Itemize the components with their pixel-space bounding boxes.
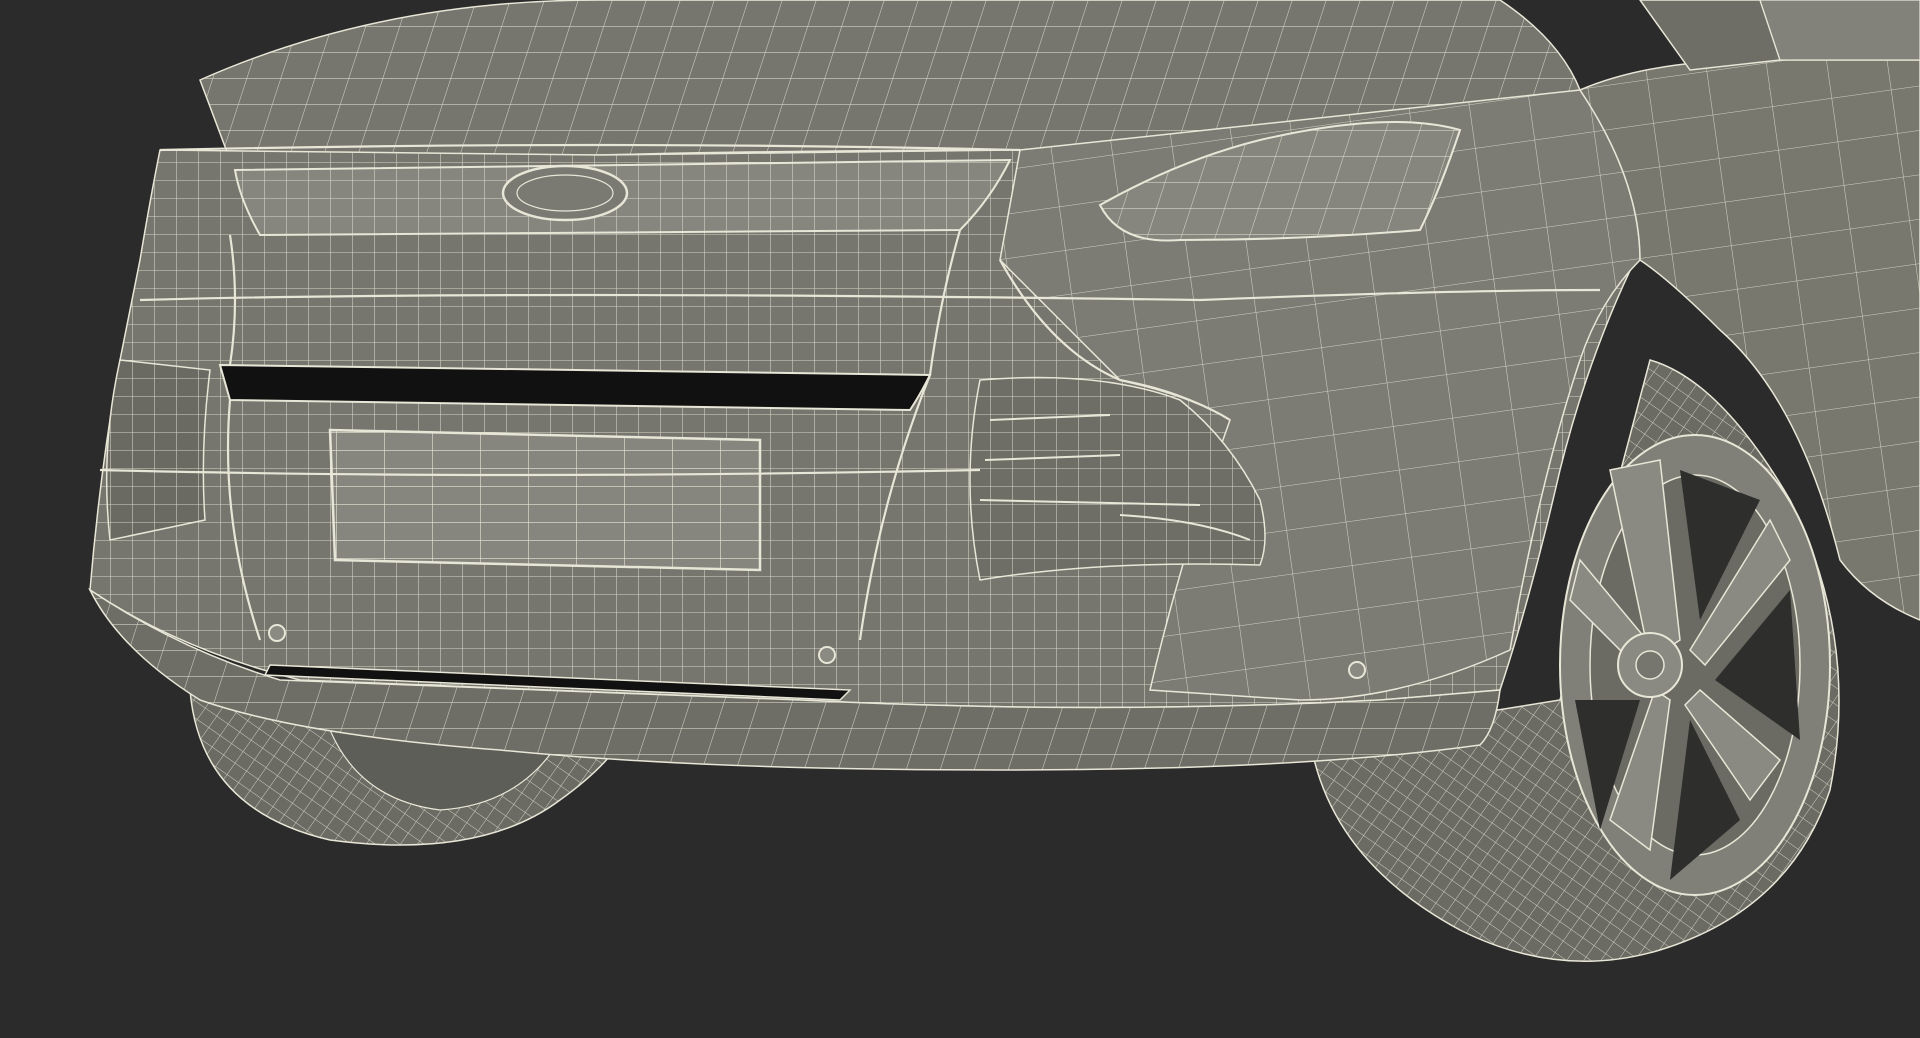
wheel-hub-center — [1635, 650, 1665, 680]
parking-sensor — [818, 646, 836, 664]
left-corner-vent-mesh — [106, 360, 210, 540]
car-wireframe-render — [0, 0, 1920, 1038]
brand-emblem — [501, 164, 629, 222]
windshield — [1759, 0, 1920, 61]
parking-sensor — [1348, 661, 1366, 679]
parking-sensor — [268, 624, 286, 642]
render-viewport[interactable] — [0, 0, 1920, 1038]
license-plate-mesh — [330, 430, 760, 570]
